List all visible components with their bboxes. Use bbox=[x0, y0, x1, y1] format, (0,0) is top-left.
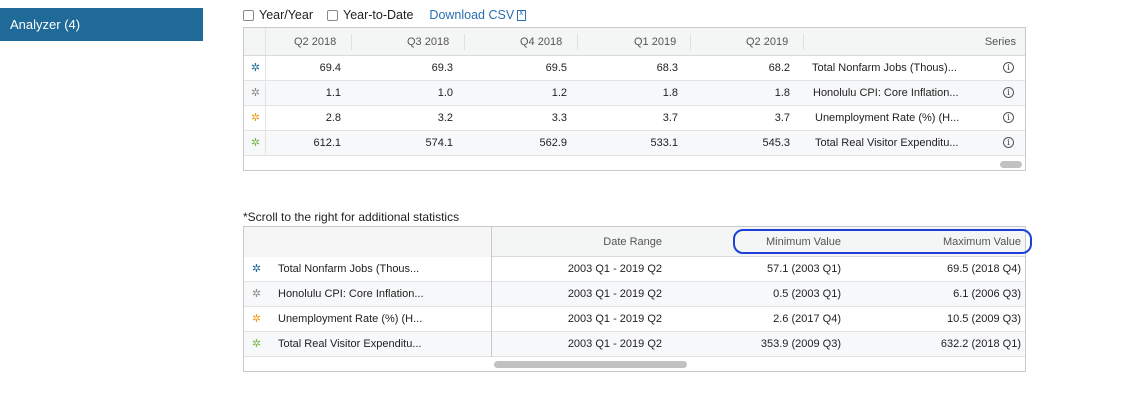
pane-splitter bbox=[491, 227, 492, 357]
gear-icon[interactable]: ✲ bbox=[250, 63, 261, 74]
col-header[interactable]: Q2 2019 bbox=[746, 28, 788, 56]
table-row: ✲ 612.1 574.1 562.9 533.1 545.3 Total Re… bbox=[244, 131, 1025, 156]
gear-icon[interactable]: ✲ bbox=[250, 138, 261, 149]
table-cell: 353.9 (2009 Q3) bbox=[760, 338, 841, 350]
table-cell: 68.2 bbox=[768, 62, 790, 74]
yoy-label: Year/Year bbox=[259, 8, 313, 22]
table-cell: 2003 Q1 - 2019 Q2 bbox=[567, 313, 662, 325]
table-cell: 3.3 bbox=[551, 112, 567, 124]
scroll-note: *Scroll to the right for additional stat… bbox=[243, 210, 460, 224]
col-header[interactable]: Q2 2018 bbox=[294, 28, 336, 56]
series-name[interactable]: Honolulu CPI: Core Inflation... bbox=[278, 282, 424, 307]
table-row: ✲ Total Nonfarm Jobs (Thous... 2003 Q1 -… bbox=[244, 257, 1025, 282]
table-cell: 533.1 bbox=[650, 137, 678, 149]
table-cell: 1.8 bbox=[662, 87, 678, 99]
table-cell: 562.9 bbox=[539, 137, 567, 149]
table-row: ✲ 1.1 1.0 1.2 1.8 1.8 Honolulu CPI: Core… bbox=[244, 81, 1025, 106]
scrollbar-thumb[interactable] bbox=[1000, 161, 1022, 168]
scrollbar-thumb[interactable] bbox=[494, 361, 687, 368]
table-row: ✲ 69.4 69.3 69.5 68.3 68.2 Total Nonfarm… bbox=[244, 56, 1025, 81]
table-row: ✲ Honolulu CPI: Core Inflation... 2003 Q… bbox=[244, 282, 1025, 307]
table-cell: 2.6 (2017 Q4) bbox=[773, 313, 841, 325]
info-icon[interactable]: i bbox=[1003, 87, 1014, 98]
gear-icon[interactable]: ✲ bbox=[251, 289, 262, 300]
table-cell: 69.4 bbox=[319, 62, 341, 74]
table-cell: 69.5 bbox=[545, 62, 567, 74]
series-name[interactable]: Total Nonfarm Jobs (Thous... bbox=[278, 257, 419, 282]
gear-icon[interactable]: ✲ bbox=[251, 339, 262, 350]
table-cell: 574.1 bbox=[425, 137, 453, 149]
series-name[interactable]: Unemployment Rate (%) (H... bbox=[815, 106, 959, 131]
table-header: Q2 2018 Q3 2018 Q4 2018 Q1 2019 Q2 2019 … bbox=[244, 28, 1025, 56]
ytd-label: Year-to-Date bbox=[343, 8, 414, 22]
analyzer-tab[interactable]: Analyzer (4) bbox=[0, 8, 203, 41]
table-cell: 69.3 bbox=[431, 62, 453, 74]
table-row: ✲ 2.8 3.2 3.3 3.7 3.7 Unemployment Rate … bbox=[244, 106, 1025, 131]
col-header[interactable]: Q4 2018 bbox=[520, 28, 562, 56]
excel-file-icon bbox=[517, 8, 527, 21]
table-row: ✲ Total Real Visitor Expenditu... 2003 Q… bbox=[244, 332, 1025, 357]
table-row: ✲ Unemployment Rate (%) (H... 2003 Q1 - … bbox=[244, 307, 1025, 332]
table-cell: 612.1 bbox=[313, 137, 341, 149]
info-icon[interactable]: i bbox=[1003, 137, 1014, 148]
table-cell: 10.5 (2009 Q3) bbox=[947, 313, 1021, 325]
yoy-checkbox-box[interactable] bbox=[243, 9, 254, 21]
horizontal-scrollbar[interactable] bbox=[244, 158, 1025, 170]
table-cell: 0.5 (2003 Q1) bbox=[773, 288, 841, 300]
table-cell: 2003 Q1 - 2019 Q2 bbox=[567, 338, 662, 350]
series-name[interactable]: Unemployment Rate (%) (H... bbox=[278, 307, 422, 332]
download-csv-label: Download CSV bbox=[429, 8, 515, 22]
table-cell: 6.1 (2006 Q3) bbox=[953, 288, 1021, 300]
table-toolbar: Year/Year Year-to-Date Download CSV bbox=[243, 6, 527, 24]
table-cell: 3.2 bbox=[437, 112, 453, 124]
table-cell: 68.3 bbox=[656, 62, 678, 74]
table-cell: 69.5 (2018 Q4) bbox=[947, 263, 1021, 275]
series-data-table: Q2 2018 Q3 2018 Q4 2018 Q1 2019 Q2 2019 … bbox=[243, 27, 1026, 171]
gear-icon[interactable]: ✲ bbox=[251, 264, 262, 275]
table-cell: 1.8 bbox=[774, 87, 790, 99]
table-cell: 2003 Q1 - 2019 Q2 bbox=[567, 263, 662, 275]
series-name[interactable]: Honolulu CPI: Core Inflation... bbox=[813, 81, 959, 106]
yoy-checkbox[interactable]: Year/Year bbox=[243, 8, 313, 22]
table-cell: 3.7 bbox=[774, 112, 790, 124]
info-icon[interactable]: i bbox=[1003, 112, 1014, 123]
table-cell: 1.1 bbox=[325, 87, 341, 99]
highlight-annotation bbox=[733, 229, 1032, 254]
col-header-series[interactable]: Series bbox=[934, 28, 1016, 56]
table-cell: 57.1 (2003 Q1) bbox=[767, 263, 841, 275]
info-icon[interactable]: i bbox=[1003, 62, 1014, 73]
gear-icon[interactable]: ✲ bbox=[251, 314, 262, 325]
horizontal-scrollbar[interactable] bbox=[244, 359, 1025, 371]
series-name[interactable]: Total Real Visitor Expenditu... bbox=[815, 131, 958, 156]
table-cell: 1.2 bbox=[551, 87, 567, 99]
download-csv-link[interactable]: Download CSV bbox=[429, 8, 527, 22]
col-header[interactable]: Q3 2018 bbox=[407, 28, 449, 56]
table-cell: 2003 Q1 - 2019 Q2 bbox=[567, 288, 662, 300]
table-cell: 2.8 bbox=[325, 112, 341, 124]
table-cell: 632.2 (2018 Q1) bbox=[940, 338, 1021, 350]
col-header-date-range[interactable]: Date Range bbox=[544, 227, 662, 257]
ytd-checkbox-box[interactable] bbox=[327, 9, 338, 21]
gear-icon[interactable]: ✲ bbox=[250, 88, 261, 99]
gear-icon[interactable]: ✲ bbox=[250, 113, 261, 124]
series-name[interactable]: Total Real Visitor Expenditu... bbox=[278, 332, 421, 357]
series-name[interactable]: Total Nonfarm Jobs (Thous)... bbox=[812, 56, 957, 81]
table-cell: 1.0 bbox=[437, 87, 453, 99]
table-cell: 3.7 bbox=[662, 112, 678, 124]
table-cell: 545.3 bbox=[762, 137, 790, 149]
col-header[interactable]: Q1 2019 bbox=[634, 28, 676, 56]
ytd-checkbox[interactable]: Year-to-Date bbox=[327, 8, 413, 22]
